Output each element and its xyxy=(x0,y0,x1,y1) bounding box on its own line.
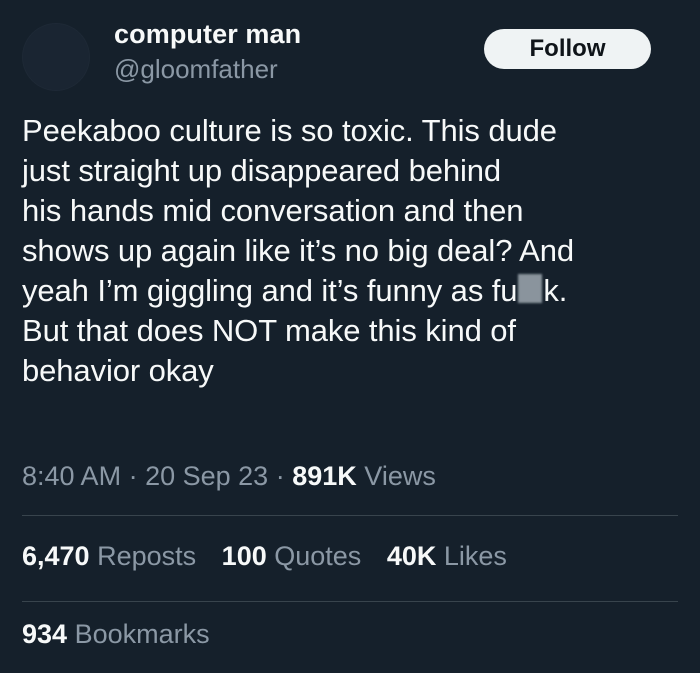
bookmarks-label: Bookmarks xyxy=(74,619,210,649)
reposts-count: 6,470 xyxy=(22,541,90,571)
divider xyxy=(22,601,678,602)
quotes-stat[interactable]: 100 Quotes xyxy=(222,540,362,572)
meta-separator: · xyxy=(128,461,138,491)
bookmarks-count: 934 xyxy=(22,619,68,649)
tweet-text-before-censor: Peekaboo culture is so toxic. This dude … xyxy=(22,113,574,308)
likes-label: Likes xyxy=(443,541,507,571)
display-name[interactable]: computer man xyxy=(114,18,301,50)
tweet-date[interactable]: 20 Sep 23 xyxy=(145,461,268,491)
divider xyxy=(22,515,678,516)
engagement-stats: 6,470 Reposts 100 Quotes 40K Likes xyxy=(22,540,525,572)
quotes-count: 100 xyxy=(221,541,267,571)
likes-stat[interactable]: 40K Likes xyxy=(387,540,507,572)
likes-count: 40K xyxy=(386,541,437,571)
meta-separator: · xyxy=(275,461,285,491)
quotes-label: Quotes xyxy=(274,541,362,571)
views-count: 891K xyxy=(292,461,357,491)
tweet-meta: 8:40 AM · 20 Sep 23 · 891K Views xyxy=(22,458,436,494)
censor-blur xyxy=(518,274,543,303)
tweet-time[interactable]: 8:40 AM xyxy=(22,461,121,491)
tweet-text: Peekaboo culture is so toxic. This dude … xyxy=(22,111,688,391)
author-identity: computer man @gloomfather xyxy=(114,18,301,84)
views-label: Views xyxy=(364,461,436,491)
bookmarks-stat[interactable]: 934 Bookmarks xyxy=(22,618,210,650)
handle[interactable]: @gloomfather xyxy=(114,54,301,84)
follow-button[interactable]: Follow xyxy=(484,29,651,69)
tweet-card: computer man @gloomfather Follow Peekabo… xyxy=(0,0,700,673)
reposts-label: Reposts xyxy=(97,541,197,571)
reposts-stat[interactable]: 6,470 Reposts xyxy=(22,540,196,572)
avatar[interactable] xyxy=(22,23,90,91)
